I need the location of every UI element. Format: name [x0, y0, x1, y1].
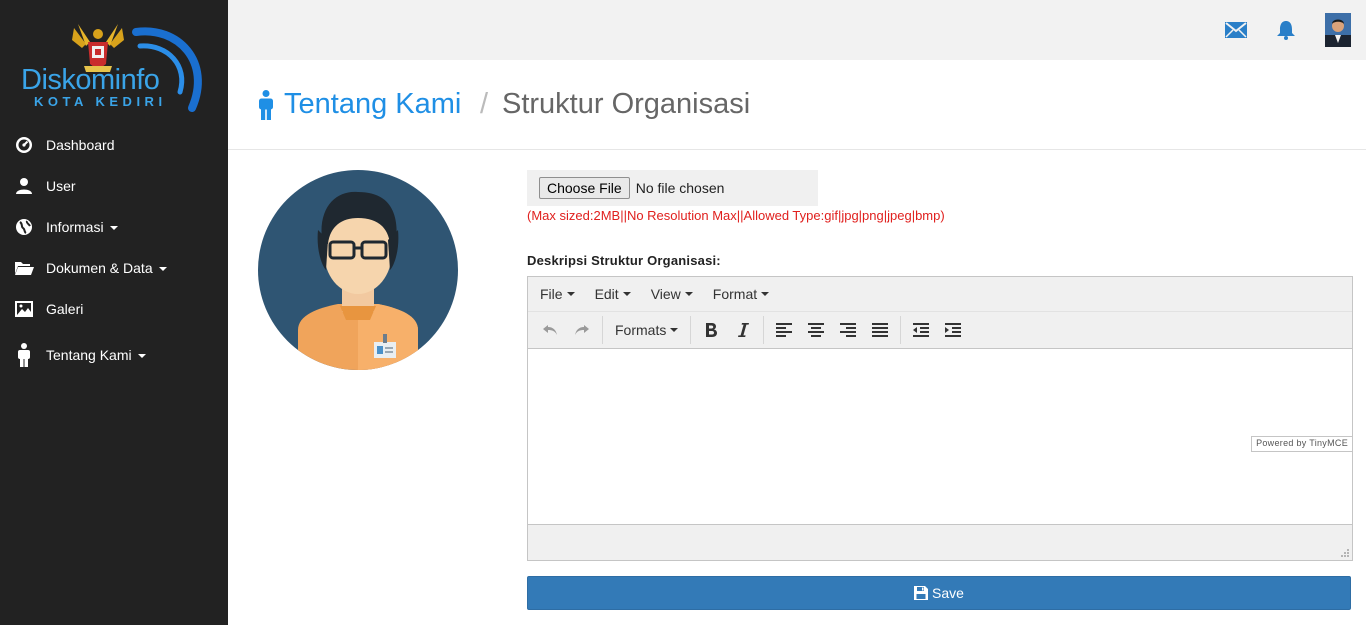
- italic-icon: [738, 323, 750, 337]
- align-justify-button[interactable]: [864, 316, 896, 344]
- caret-down-icon: [761, 292, 770, 296]
- undo-icon: [543, 325, 557, 335]
- menu-format[interactable]: Format: [707, 286, 775, 302]
- editor-menubar: File Edit View Format: [528, 277, 1352, 312]
- sidebar-item-tentang-kami[interactable]: Tentang Kami: [0, 329, 228, 381]
- align-justify-icon: [872, 323, 889, 337]
- outdent-button[interactable]: [905, 316, 937, 344]
- italic-button[interactable]: [727, 316, 759, 344]
- menu-label: Edit: [594, 286, 619, 302]
- toolbar-separator: [690, 316, 692, 344]
- bold-button[interactable]: [695, 316, 727, 344]
- save-icon: [914, 586, 929, 600]
- editor-statusbar: [528, 524, 1352, 560]
- dashboard-icon: [14, 136, 34, 154]
- menu-label: Format: [712, 286, 758, 302]
- indent-icon: [945, 323, 962, 337]
- menu-file[interactable]: File: [534, 286, 581, 302]
- powered-by-label[interactable]: Powered by TinyMCE: [1251, 436, 1352, 452]
- outdent-icon: [913, 323, 930, 337]
- bold-icon: [706, 323, 718, 337]
- upload-help-text: (Max sized:2MB||No Resolution Max||Allow…: [527, 208, 945, 223]
- globe-icon: [14, 218, 34, 236]
- description-label: Deskripsi Struktur Organisasi:: [527, 253, 721, 268]
- sidebar-nav: Dashboard User Informasi Dokumen & Data: [0, 124, 228, 381]
- choose-file-button[interactable]: Choose File: [539, 177, 630, 199]
- brand-logo[interactable]: Diskominfo KOTA KEDIRI: [18, 18, 214, 116]
- rich-text-editor: File Edit View Format Formats Powered by…: [527, 276, 1353, 561]
- sidebar-item-label: Dokumen & Data: [46, 259, 153, 276]
- sidebar-item-label: Galeri: [46, 300, 84, 317]
- page-section-title[interactable]: Tentang Kami: [284, 88, 461, 121]
- save-label: Save: [932, 585, 964, 601]
- envelope-icon[interactable]: [1218, 12, 1254, 48]
- menu-view[interactable]: View: [645, 286, 699, 302]
- folder-open-icon: [14, 259, 34, 277]
- sidebar-item-dokumen[interactable]: Dokumen & Data: [0, 247, 228, 288]
- person-icon: [14, 343, 34, 367]
- editor-content-area[interactable]: [528, 350, 1352, 524]
- caret-down-icon: [684, 292, 693, 296]
- brand-name: Diskominfo: [21, 64, 160, 96]
- sidebar-item-label: Informasi: [46, 218, 104, 235]
- align-center-icon: [808, 323, 825, 337]
- organization-structure-image: [258, 170, 458, 370]
- topbar: [228, 0, 1366, 60]
- caret-down-icon: [622, 292, 631, 296]
- toolbar-separator: [763, 316, 765, 344]
- page-title: Struktur Organisasi: [502, 88, 751, 120]
- menu-label: File: [540, 286, 563, 302]
- toolbar-separator: [900, 316, 902, 344]
- sidebar-item-informasi[interactable]: Informasi: [0, 206, 228, 247]
- editor-toolbar: Formats: [528, 312, 1352, 349]
- redo-button[interactable]: [566, 316, 598, 344]
- align-left-icon: [776, 323, 793, 337]
- align-left-button[interactable]: [768, 316, 800, 344]
- resize-handle-icon[interactable]: [1340, 548, 1350, 558]
- bell-icon[interactable]: [1268, 12, 1304, 48]
- profile-avatar[interactable]: [1320, 12, 1356, 48]
- caret-down-icon: [109, 225, 118, 230]
- breadcrumb-separator: /: [480, 88, 489, 120]
- redo-icon: [575, 325, 589, 335]
- sidebar-item-label: Tentang Kami: [46, 347, 132, 363]
- brand-subtitle: KOTA KEDIRI: [34, 94, 167, 109]
- toolbar-separator: [602, 316, 603, 344]
- caret-down-icon: [137, 354, 146, 358]
- formats-dropdown[interactable]: Formats: [607, 316, 686, 344]
- formats-label: Formats: [615, 322, 667, 338]
- align-center-button[interactable]: [800, 316, 832, 344]
- undo-button[interactable]: [534, 316, 566, 344]
- caret-down-icon: [158, 266, 167, 271]
- file-status-text: No file chosen: [635, 180, 725, 196]
- align-right-button[interactable]: [832, 316, 864, 344]
- person-icon: [258, 90, 274, 125]
- menu-label: View: [650, 286, 681, 302]
- sidebar-item-galeri[interactable]: Galeri: [0, 288, 228, 329]
- sidebar-item-dashboard[interactable]: Dashboard: [0, 124, 228, 165]
- file-upload: Choose File No file chosen: [527, 170, 818, 206]
- indent-button[interactable]: [937, 316, 969, 344]
- caret-down-icon: [670, 328, 679, 332]
- sidebar: Diskominfo KOTA KEDIRI Dashboard User In…: [0, 0, 228, 625]
- align-right-icon: [840, 323, 857, 337]
- picture-icon: [14, 300, 34, 318]
- page-header: Tentang Kami / Struktur Organisasi: [228, 60, 1366, 150]
- caret-down-icon: [566, 292, 575, 296]
- sidebar-item-label: User: [46, 177, 76, 194]
- save-button[interactable]: Save: [527, 576, 1351, 610]
- user-icon: [14, 177, 34, 195]
- menu-edit[interactable]: Edit: [589, 286, 637, 302]
- sidebar-item-user[interactable]: User: [0, 165, 228, 206]
- sidebar-item-label: Dashboard: [46, 136, 115, 153]
